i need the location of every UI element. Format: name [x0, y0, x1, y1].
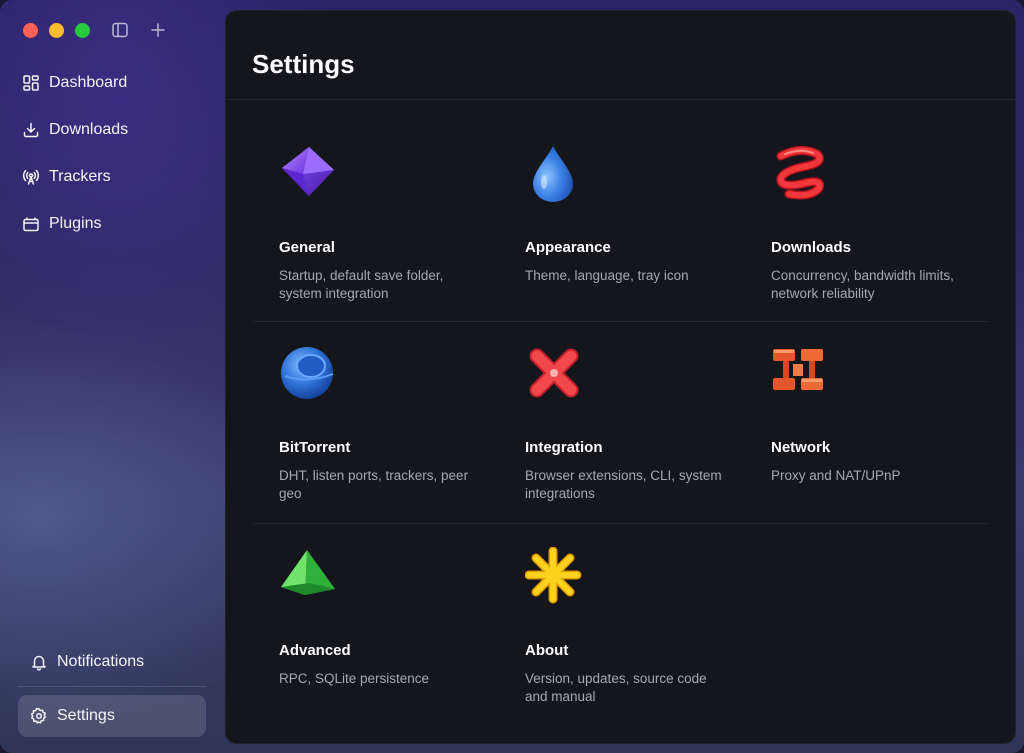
sidebar-item-label: Downloads — [49, 121, 129, 138]
maximize-window-button[interactable] — [75, 23, 90, 38]
purple-octahedron-icon — [279, 144, 337, 202]
sidebar-item-label: Plugins — [49, 215, 102, 232]
sidebar-divider — [18, 686, 206, 687]
card-description: Version, updates, source code and manual — [525, 671, 707, 704]
card-title: Advanced — [279, 642, 351, 659]
red-cross-icon — [525, 344, 583, 402]
title-divider — [226, 99, 1015, 100]
settings-panel: Settings General Startup, default save f… — [225, 10, 1016, 744]
minimize-window-button[interactable] — [49, 23, 64, 38]
card-description: Startup, default save folder, system int… — [279, 268, 444, 301]
plugin-icon — [22, 215, 40, 233]
card-title: General — [279, 239, 335, 256]
card-description: Browser extensions, CLI, system integrat… — [525, 468, 722, 501]
bell-icon — [30, 653, 48, 671]
sidebar-item-plugins[interactable]: Plugins — [14, 204, 214, 244]
broadcast-icon — [22, 168, 40, 186]
blue-drop-icon — [525, 144, 583, 202]
card-title: Appearance — [525, 239, 611, 256]
page-title: Settings — [252, 49, 355, 79]
card-title: BitTorrent — [279, 439, 351, 456]
sidebar-item-label: Settings — [57, 707, 115, 724]
card-description: DHT, listen ports, trackers, peer geo — [279, 468, 469, 501]
blue-sphere-icon — [279, 344, 337, 402]
download-icon — [22, 121, 40, 139]
dashboard-icon — [22, 74, 40, 92]
row-divider — [253, 321, 988, 322]
sidebar-item-dashboard[interactable]: Dashboard — [14, 63, 214, 103]
card-description: Proxy and NAT/UPnP — [771, 468, 901, 483]
sidebar-item-notifications[interactable]: Notifications — [18, 641, 206, 683]
sidebar-item-settings[interactable]: Settings — [18, 695, 206, 737]
card-description: Theme, language, tray icon — [525, 268, 689, 283]
sidebar-item-label: Notifications — [57, 653, 145, 670]
orange-network-icon — [771, 344, 829, 402]
card-title: About — [525, 642, 569, 659]
card-title: Network — [771, 439, 831, 456]
row-divider — [253, 523, 988, 524]
red-spiral-icon — [771, 144, 829, 202]
green-pyramid-icon — [279, 547, 337, 605]
card-description: RPC, SQLite persistence — [279, 671, 430, 686]
close-window-button[interactable] — [23, 23, 38, 38]
plus-icon[interactable] — [149, 21, 167, 39]
sidebar-item-downloads[interactable]: Downloads — [14, 110, 214, 150]
gear-icon — [30, 707, 48, 725]
app-window: Dashboard Downloads Trackers Plugins Not… — [0, 0, 1024, 753]
sidebar-toggle-icon[interactable] — [111, 21, 129, 39]
sidebar-item-label: Trackers — [49, 168, 111, 185]
card-title: Downloads — [771, 239, 852, 256]
sidebar-nav: Dashboard Downloads Trackers Plugins — [14, 63, 214, 251]
yellow-asterisk-icon — [524, 546, 583, 605]
window-controls — [23, 23, 90, 38]
card-title: Integration — [525, 439, 603, 456]
sidebar-item-trackers[interactable]: Trackers — [14, 157, 214, 197]
sidebar-bottom-nav: Notifications Settings — [18, 641, 206, 737]
sidebar-item-label: Dashboard — [49, 74, 128, 91]
card-description: Concurrency, bandwidth limits, network r… — [771, 268, 954, 301]
